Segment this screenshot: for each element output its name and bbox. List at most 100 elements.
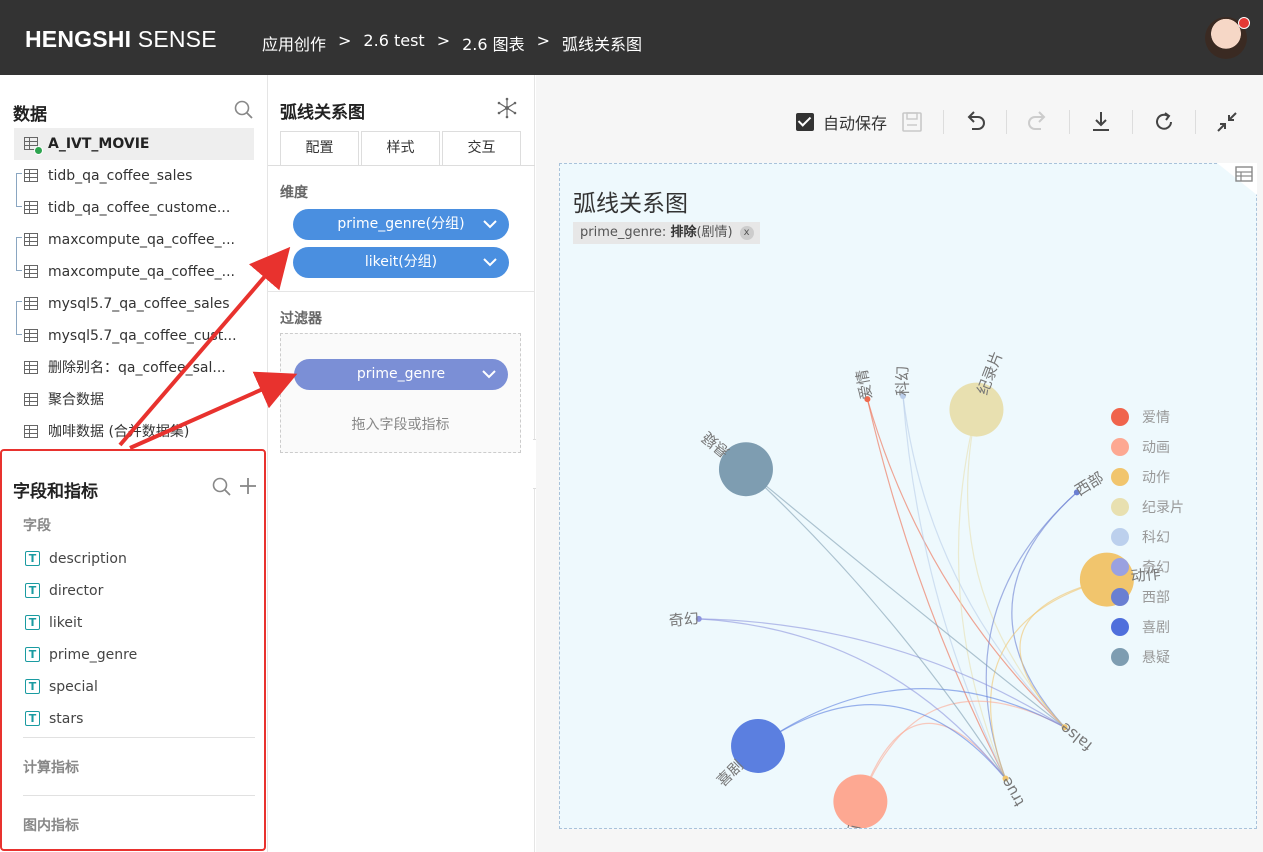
breadcrumb-separator: > bbox=[338, 31, 352, 50]
legend-label[interactable]: 爱情 bbox=[1142, 410, 1170, 426]
filter-drop-zone[interactable]: 拖入字段或指标 bbox=[280, 333, 521, 453]
dimension-pill-likeit[interactable]: likeit(分组) bbox=[293, 247, 509, 278]
chart-nodes: 爱情科幻纪录片西部动作falsetrue动画喜剧奇幻悬疑 bbox=[668, 349, 1161, 828]
pill-label: prime_genre bbox=[356, 366, 446, 382]
text-type-icon: T bbox=[25, 647, 40, 662]
field-item[interactable]: Tspecial bbox=[23, 677, 98, 697]
legend-label[interactable]: 奇幻 bbox=[1142, 559, 1170, 576]
add-icon[interactable] bbox=[238, 476, 258, 496]
legend-swatch[interactable] bbox=[1111, 498, 1129, 516]
config-tabs: 配置 样式 交互 bbox=[280, 131, 521, 166]
chart-link bbox=[902, 395, 1065, 728]
download-icon[interactable] bbox=[1088, 109, 1114, 135]
legend-swatch[interactable] bbox=[1111, 468, 1129, 486]
undo-icon[interactable] bbox=[962, 109, 988, 135]
legend-swatch[interactable] bbox=[1111, 558, 1129, 576]
chart-type-title: 弧线关系图 bbox=[280, 103, 365, 123]
divider bbox=[23, 795, 255, 796]
chevron-down-icon[interactable] bbox=[483, 219, 497, 229]
toolbar-separator bbox=[943, 110, 945, 134]
legend-label[interactable]: 动画 bbox=[1142, 440, 1170, 456]
legend-label[interactable]: 纪录片 bbox=[1142, 500, 1184, 516]
chart-card[interactable]: 弧线关系图 prime_genre: 排除 (剧情) x 爱情 科幻 纪录片 西部 动作 f… bbox=[559, 163, 1257, 829]
arc-chart-icon[interactable] bbox=[496, 97, 517, 119]
dataset-item[interactable]: mysql5.7_qa_coffee_sales bbox=[14, 288, 254, 320]
legend-label[interactable]: 科幻 bbox=[1142, 530, 1170, 546]
chevron-down-icon[interactable] bbox=[482, 369, 496, 379]
tab-config[interactable]: 配置 bbox=[280, 131, 359, 166]
dataset-item[interactable]: 删除别名：qa_coffee_sal... bbox=[14, 352, 254, 384]
redo-icon[interactable] bbox=[1025, 109, 1051, 135]
divider bbox=[23, 737, 255, 738]
inchart-metrics-heading[interactable]: 图内指标 bbox=[23, 815, 79, 835]
autosave-label: 自动保存 bbox=[823, 114, 888, 133]
dataset-item[interactable]: maxcompute_qa_coffee_... bbox=[14, 224, 254, 256]
legend-swatch[interactable] bbox=[1111, 618, 1129, 636]
autosave-checkbox[interactable] bbox=[796, 113, 814, 131]
table-icon bbox=[24, 169, 38, 182]
breadcrumb-item-chart-group[interactable]: 2.6 图表 bbox=[462, 31, 525, 55]
tabs-divider bbox=[268, 165, 535, 166]
fields-and-metrics-panel: 字段和指标 字段 Tdescription Tdirector Tlikeit … bbox=[0, 449, 266, 851]
search-icon[interactable] bbox=[212, 477, 232, 497]
dataset-label: 聚合数据 bbox=[48, 392, 104, 408]
fields-heading: 字段 bbox=[23, 518, 51, 534]
field-item[interactable]: Tprime_genre bbox=[23, 645, 137, 665]
save-icon[interactable] bbox=[899, 109, 925, 135]
legend-label[interactable]: 动作 bbox=[1142, 470, 1170, 486]
legend-swatch[interactable] bbox=[1111, 588, 1129, 606]
chart-node[interactable] bbox=[833, 774, 888, 828]
pill-label: likeit(分组) bbox=[364, 254, 438, 270]
dataset-item[interactable]: tidb_qa_coffee_custome... bbox=[14, 192, 254, 224]
dataset-item[interactable]: tidb_qa_coffee_sales bbox=[14, 160, 254, 192]
table-icon bbox=[24, 201, 38, 214]
dataset-item[interactable]: 聚合数据 bbox=[14, 384, 254, 416]
chart-node-label: true bbox=[997, 774, 1028, 810]
table-icon bbox=[24, 361, 38, 374]
breadcrumb-separator: > bbox=[536, 31, 551, 50]
dataset-label: A_IVT_MOVIE bbox=[48, 136, 150, 152]
avatar[interactable] bbox=[1205, 17, 1250, 59]
dataset-item[interactable]: maxcompute_qa_coffee_... bbox=[14, 256, 254, 288]
fields-panel-title: 字段和指标 bbox=[13, 482, 98, 502]
calc-metrics-heading[interactable]: 计算指标 bbox=[23, 757, 79, 777]
text-type-icon: T bbox=[25, 551, 40, 566]
field-label: description bbox=[49, 551, 127, 567]
exit-fullscreen-icon[interactable] bbox=[1214, 109, 1240, 135]
dataset-item[interactable]: mysql5.7_qa_coffee_cust... bbox=[14, 320, 254, 352]
brand-bold: HENGSHI bbox=[25, 26, 132, 52]
breadcrumb-item-app[interactable]: 应用创作 bbox=[262, 31, 326, 55]
tab-interaction[interactable]: 交互 bbox=[442, 131, 521, 166]
legend-swatch[interactable] bbox=[1111, 528, 1129, 546]
status-ok-icon bbox=[34, 146, 43, 155]
field-item[interactable]: Tlikeit bbox=[23, 613, 82, 633]
chevron-down-icon[interactable] bbox=[483, 257, 497, 267]
field-item[interactable]: Tdirector bbox=[23, 581, 103, 601]
field-item[interactable]: Tdescription bbox=[23, 549, 127, 569]
legend-swatch[interactable] bbox=[1111, 648, 1129, 666]
field-item[interactable]: Tstars bbox=[23, 709, 83, 729]
dataset-label: mysql5.7_qa_coffee_cust... bbox=[48, 328, 237, 344]
legend-label[interactable]: 悬疑 bbox=[1142, 650, 1170, 666]
dimension-heading: 维度 bbox=[280, 185, 308, 201]
tab-style[interactable]: 样式 bbox=[361, 131, 440, 166]
filter-pill-prime-genre[interactable]: prime_genre bbox=[294, 359, 508, 390]
field-label: special bbox=[49, 679, 98, 695]
breadcrumb-item-project[interactable]: 2.6 test bbox=[363, 31, 424, 55]
dataset-item[interactable]: A_IVT_MOVIE bbox=[14, 128, 254, 160]
search-icon[interactable] bbox=[234, 100, 254, 120]
dimension-pill-prime-genre[interactable]: prime_genre(分组) bbox=[293, 209, 509, 240]
dataset-label: maxcompute_qa_coffee_... bbox=[48, 264, 235, 280]
legend-label[interactable]: 喜剧 bbox=[1142, 620, 1170, 636]
refresh-icon[interactable] bbox=[1151, 109, 1177, 135]
data-panel-title: 数据 bbox=[13, 105, 47, 125]
legend-swatch[interactable] bbox=[1111, 408, 1129, 426]
dataset-label: maxcompute_qa_coffee_... bbox=[48, 232, 235, 248]
table-icon bbox=[24, 265, 38, 278]
chart-node-label: 纪录片 bbox=[974, 349, 1007, 397]
legend-label[interactable]: 西部 bbox=[1142, 590, 1170, 606]
brand-logo[interactable]: HENGSHI SENSE bbox=[25, 26, 217, 53]
legend-swatch[interactable] bbox=[1111, 438, 1129, 456]
dataset-item[interactable]: 咖啡数据 (合并数据集) bbox=[14, 416, 254, 448]
toolbar-separator bbox=[1195, 110, 1197, 134]
